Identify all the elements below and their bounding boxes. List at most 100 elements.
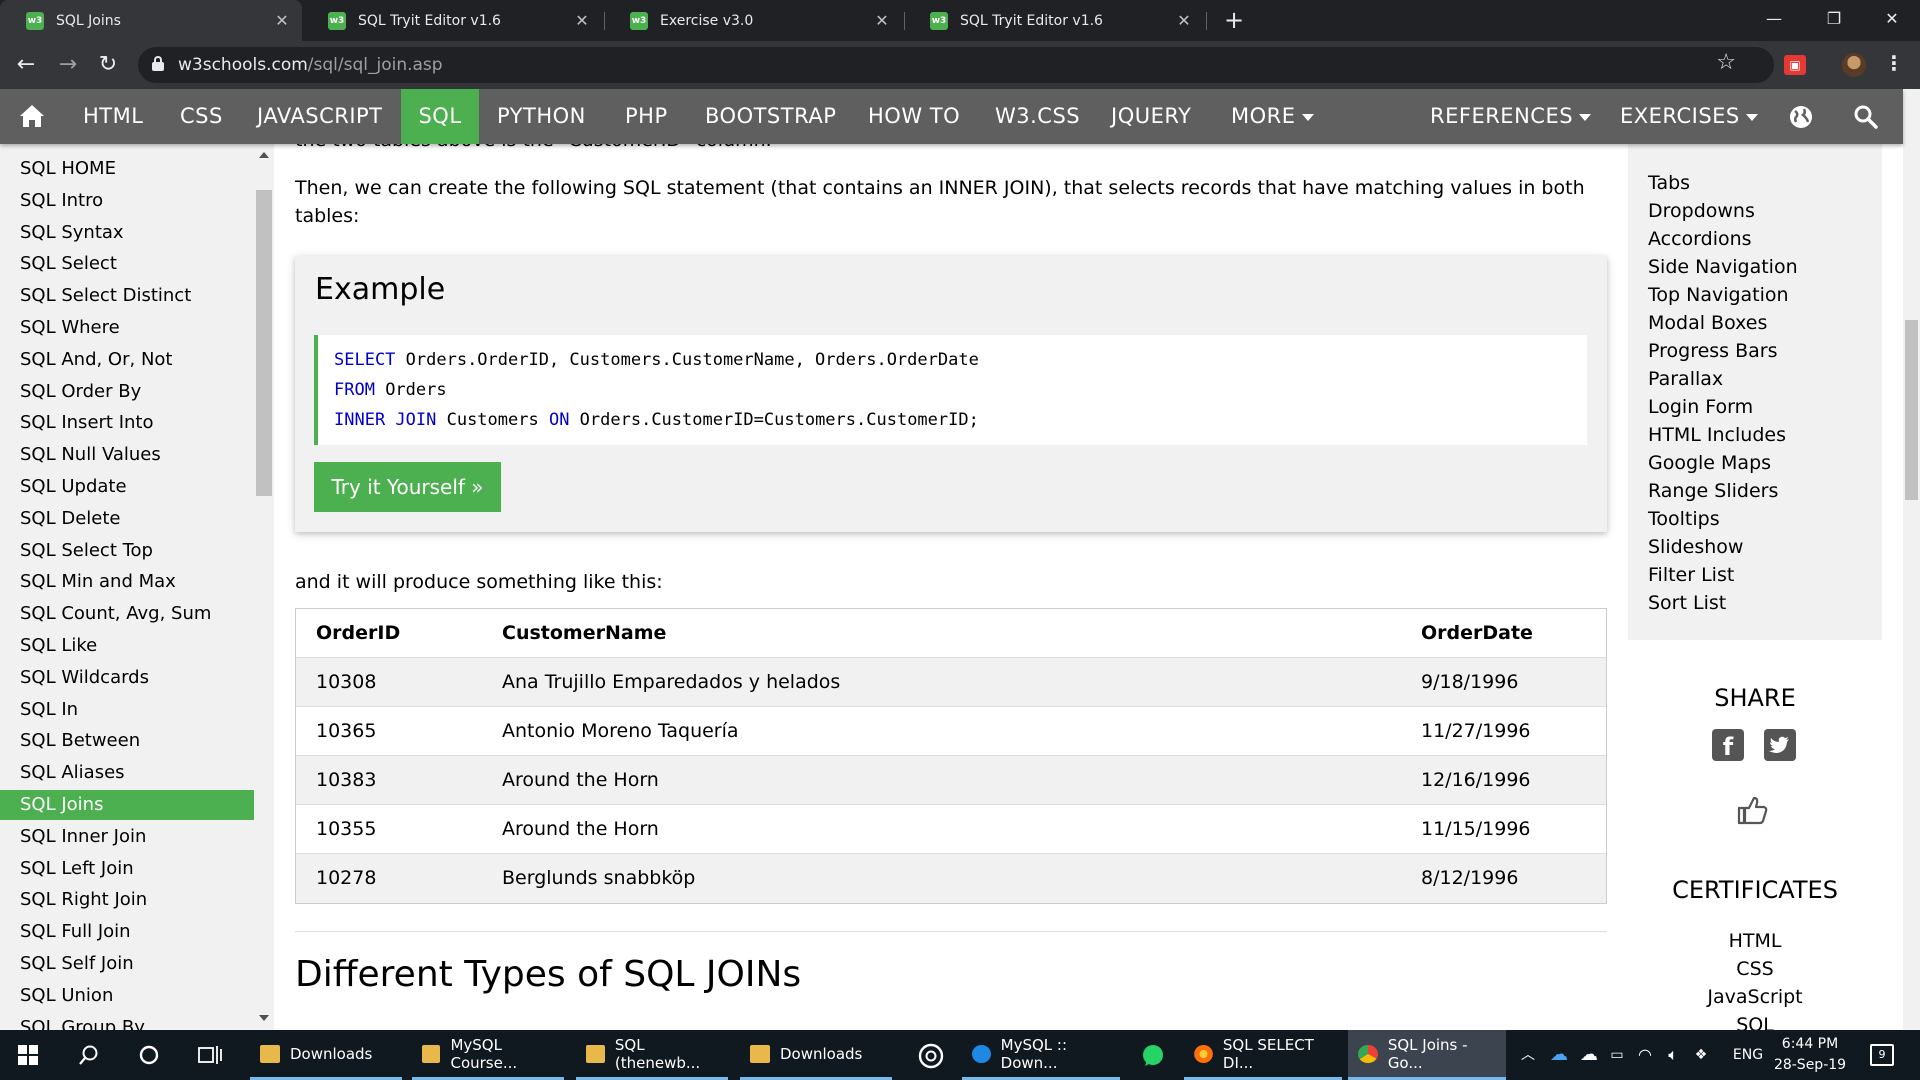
- howto-link-range-sliders[interactable]: Range Sliders: [1648, 480, 1778, 502]
- howto-link-login-form[interactable]: Login Form: [1648, 396, 1753, 418]
- taskbar-app-firefox[interactable]: SQL SELECT DI...: [1184, 1030, 1342, 1080]
- nav-w3css[interactable]: W3.CSS: [995, 89, 1080, 144]
- sidebar-item-sql-update[interactable]: SQL Update: [0, 472, 254, 502]
- sidebar-item-sql-union[interactable]: SQL Union: [0, 981, 254, 1011]
- close-tab-icon[interactable]: ✕: [870, 11, 894, 30]
- browser-menu-icon[interactable]: ⋮: [1884, 51, 1904, 75]
- nav-python[interactable]: PYTHON: [497, 89, 586, 144]
- extension-icon[interactable]: ▣: [1784, 55, 1806, 75]
- browser-tab-tryit-editor-2[interactable]: w3 SQL Tryit Editor v1.6 ✕: [904, 0, 1204, 41]
- nav-how-to[interactable]: HOW TO: [868, 89, 960, 144]
- windows-start-icon[interactable]: [18, 1045, 38, 1065]
- lock-icon[interactable]: [152, 56, 164, 72]
- howto-link-accordions[interactable]: Accordions: [1648, 228, 1752, 250]
- restore-window-icon[interactable]: ❐: [1806, 0, 1862, 41]
- howto-link-filter-list[interactable]: Filter List: [1648, 564, 1734, 586]
- task-view-icon[interactable]: [198, 1045, 222, 1065]
- nav-html[interactable]: HTML: [83, 89, 143, 144]
- sidebar-item-sql-in[interactable]: SQL In: [0, 695, 254, 725]
- howto-link-slideshow[interactable]: Slideshow: [1648, 536, 1743, 558]
- sidebar-item-sql-between[interactable]: SQL Between: [0, 726, 254, 756]
- sidebar-item-sql-joins[interactable]: SQL Joins: [0, 790, 254, 820]
- sidebar-item-sql-select-distinct[interactable]: SQL Select Distinct: [0, 281, 254, 311]
- sidebar-item-sql-wildcards[interactable]: SQL Wildcards: [0, 663, 254, 693]
- nav-exercises-dropdown[interactable]: EXERCISES: [1620, 89, 1758, 144]
- sidebar-item-sql-syntax[interactable]: SQL Syntax: [0, 218, 254, 248]
- howto-link-sort-list[interactable]: Sort List: [1648, 592, 1726, 614]
- close-tab-icon[interactable]: ✕: [1172, 11, 1196, 30]
- dropbox-icon[interactable]: ❖: [1688, 1030, 1714, 1080]
- nav-more-dropdown[interactable]: MORE: [1231, 89, 1314, 144]
- sidebar-item-sql-left-join[interactable]: SQL Left Join: [0, 854, 254, 884]
- twitter-icon[interactable]: [1764, 729, 1796, 761]
- nav-javascript[interactable]: JAVASCRIPT: [257, 89, 383, 144]
- sidebar-item-sql-full-join[interactable]: SQL Full Join: [0, 917, 254, 947]
- nav-sql[interactable]: SQL: [401, 89, 479, 144]
- sidebar-item-sql-aliases[interactable]: SQL Aliases: [0, 758, 254, 788]
- nav-bootstrap[interactable]: BOOTSTRAP: [705, 89, 836, 144]
- sidebar-item-sql-inner-join[interactable]: SQL Inner Join: [0, 822, 254, 852]
- page-scrollbar-thumb[interactable]: [1905, 320, 1918, 500]
- onedrive-cloud-icon[interactable]: ☁: [1546, 1030, 1572, 1080]
- reload-icon[interactable]: ↻: [92, 49, 124, 81]
- sidebar-item-sql-select[interactable]: SQL Select: [0, 249, 254, 279]
- howto-link-parallax[interactable]: Parallax: [1648, 368, 1723, 390]
- search-icon[interactable]: [78, 1044, 100, 1066]
- cortana-icon[interactable]: [138, 1044, 160, 1066]
- howto-link-modal-boxes[interactable]: Modal Boxes: [1648, 312, 1767, 334]
- taskbar-app-chrome[interactable]: SQL Joins - Go...: [1348, 1030, 1506, 1080]
- howto-link-html-includes[interactable]: HTML Includes: [1648, 424, 1786, 446]
- howto-link-tooltips[interactable]: Tooltips: [1648, 508, 1720, 530]
- home-icon[interactable]: [18, 103, 46, 129]
- sidebar-item-sql-where[interactable]: SQL Where: [0, 313, 254, 343]
- cloud-icon[interactable]: ☁: [1576, 1030, 1602, 1080]
- camera-app-icon[interactable]: [918, 1043, 944, 1069]
- sidebar-item-sql-count-avg-sum[interactable]: SQL Count, Avg, Sum: [0, 599, 254, 629]
- minimize-window-icon[interactable]: —: [1746, 0, 1802, 41]
- browser-tab-tryit-editor[interactable]: w3 SQL Tryit Editor v1.6 ✕: [302, 0, 602, 41]
- profile-avatar[interactable]: [1842, 53, 1866, 77]
- close-window-icon[interactable]: ✕: [1864, 0, 1920, 41]
- sidebar-item-sql-delete[interactable]: SQL Delete: [0, 504, 254, 534]
- taskbar-app-edge[interactable]: MySQL :: Down...: [962, 1030, 1120, 1080]
- taskbar-app-downloads-2[interactable]: Downloads: [740, 1030, 892, 1080]
- close-tab-icon[interactable]: ✕: [270, 11, 294, 30]
- sidebar-item-sql-intro[interactable]: SQL Intro: [0, 186, 254, 216]
- sidebar-item-sql-group-by[interactable]: SQL Group By: [0, 1013, 254, 1030]
- sidebar-item-sql-min-and-max[interactable]: SQL Min and Max: [0, 567, 254, 597]
- browser-tab-exercise[interactable]: w3 Exercise v3.0 ✕: [604, 0, 902, 41]
- sidebar-item-sql-select-top[interactable]: SQL Select Top: [0, 536, 254, 566]
- whatsapp-icon[interactable]: [1140, 1043, 1166, 1069]
- page-scrollbar[interactable]: [1903, 89, 1920, 1030]
- nav-css[interactable]: CSS: [180, 89, 223, 144]
- howto-link-tabs[interactable]: Tabs: [1648, 172, 1690, 194]
- cert-link-javascript[interactable]: JavaScript: [1620, 986, 1890, 1008]
- new-tab-plus-icon[interactable]: +: [1220, 6, 1248, 34]
- sidebar-item-sql-self-join[interactable]: SQL Self Join: [0, 949, 254, 979]
- sidebar-scroll-down-icon[interactable]: [259, 1015, 269, 1021]
- howto-link-progress-bars[interactable]: Progress Bars: [1648, 340, 1778, 362]
- forward-arrow-icon[interactable]: →: [52, 49, 84, 81]
- sidebar-item-sql-right-join[interactable]: SQL Right Join: [0, 885, 254, 915]
- cert-link-html[interactable]: HTML: [1620, 930, 1890, 952]
- address-bar[interactable]: w3schools.com/sql/sql_join.asp ☆: [138, 47, 1774, 83]
- close-tab-icon[interactable]: ✕: [570, 11, 594, 30]
- cert-link-css[interactable]: CSS: [1620, 958, 1890, 980]
- tray-expand-icon[interactable]: ︿: [1516, 1030, 1540, 1080]
- browser-tab-sql-joins[interactable]: w3 SQL Joins ✕: [0, 0, 302, 41]
- nav-references-dropdown[interactable]: REFERENCES: [1430, 89, 1592, 144]
- taskbar-app-mysql-course[interactable]: MySQL Course...: [412, 1030, 564, 1080]
- taskbar-app-downloads[interactable]: Downloads: [250, 1030, 402, 1080]
- howto-link-dropdowns[interactable]: Dropdowns: [1648, 200, 1755, 222]
- cert-link-sql[interactable]: SQL: [1620, 1014, 1890, 1030]
- globe-icon[interactable]: [1788, 104, 1814, 130]
- howto-link-side-navigation[interactable]: Side Navigation: [1648, 256, 1798, 278]
- howto-link-google-maps[interactable]: Google Maps: [1648, 452, 1771, 474]
- facebook-icon[interactable]: f: [1712, 729, 1744, 761]
- nav-jquery[interactable]: JQUERY: [1111, 89, 1191, 144]
- search-icon[interactable]: [1853, 104, 1879, 130]
- battery-icon[interactable]: ▭: [1604, 1030, 1630, 1080]
- nav-php[interactable]: PHP: [625, 89, 668, 144]
- sidebar-item-sql-null-values[interactable]: SQL Null Values: [0, 440, 254, 470]
- wifi-icon[interactable]: ◠: [1632, 1030, 1658, 1080]
